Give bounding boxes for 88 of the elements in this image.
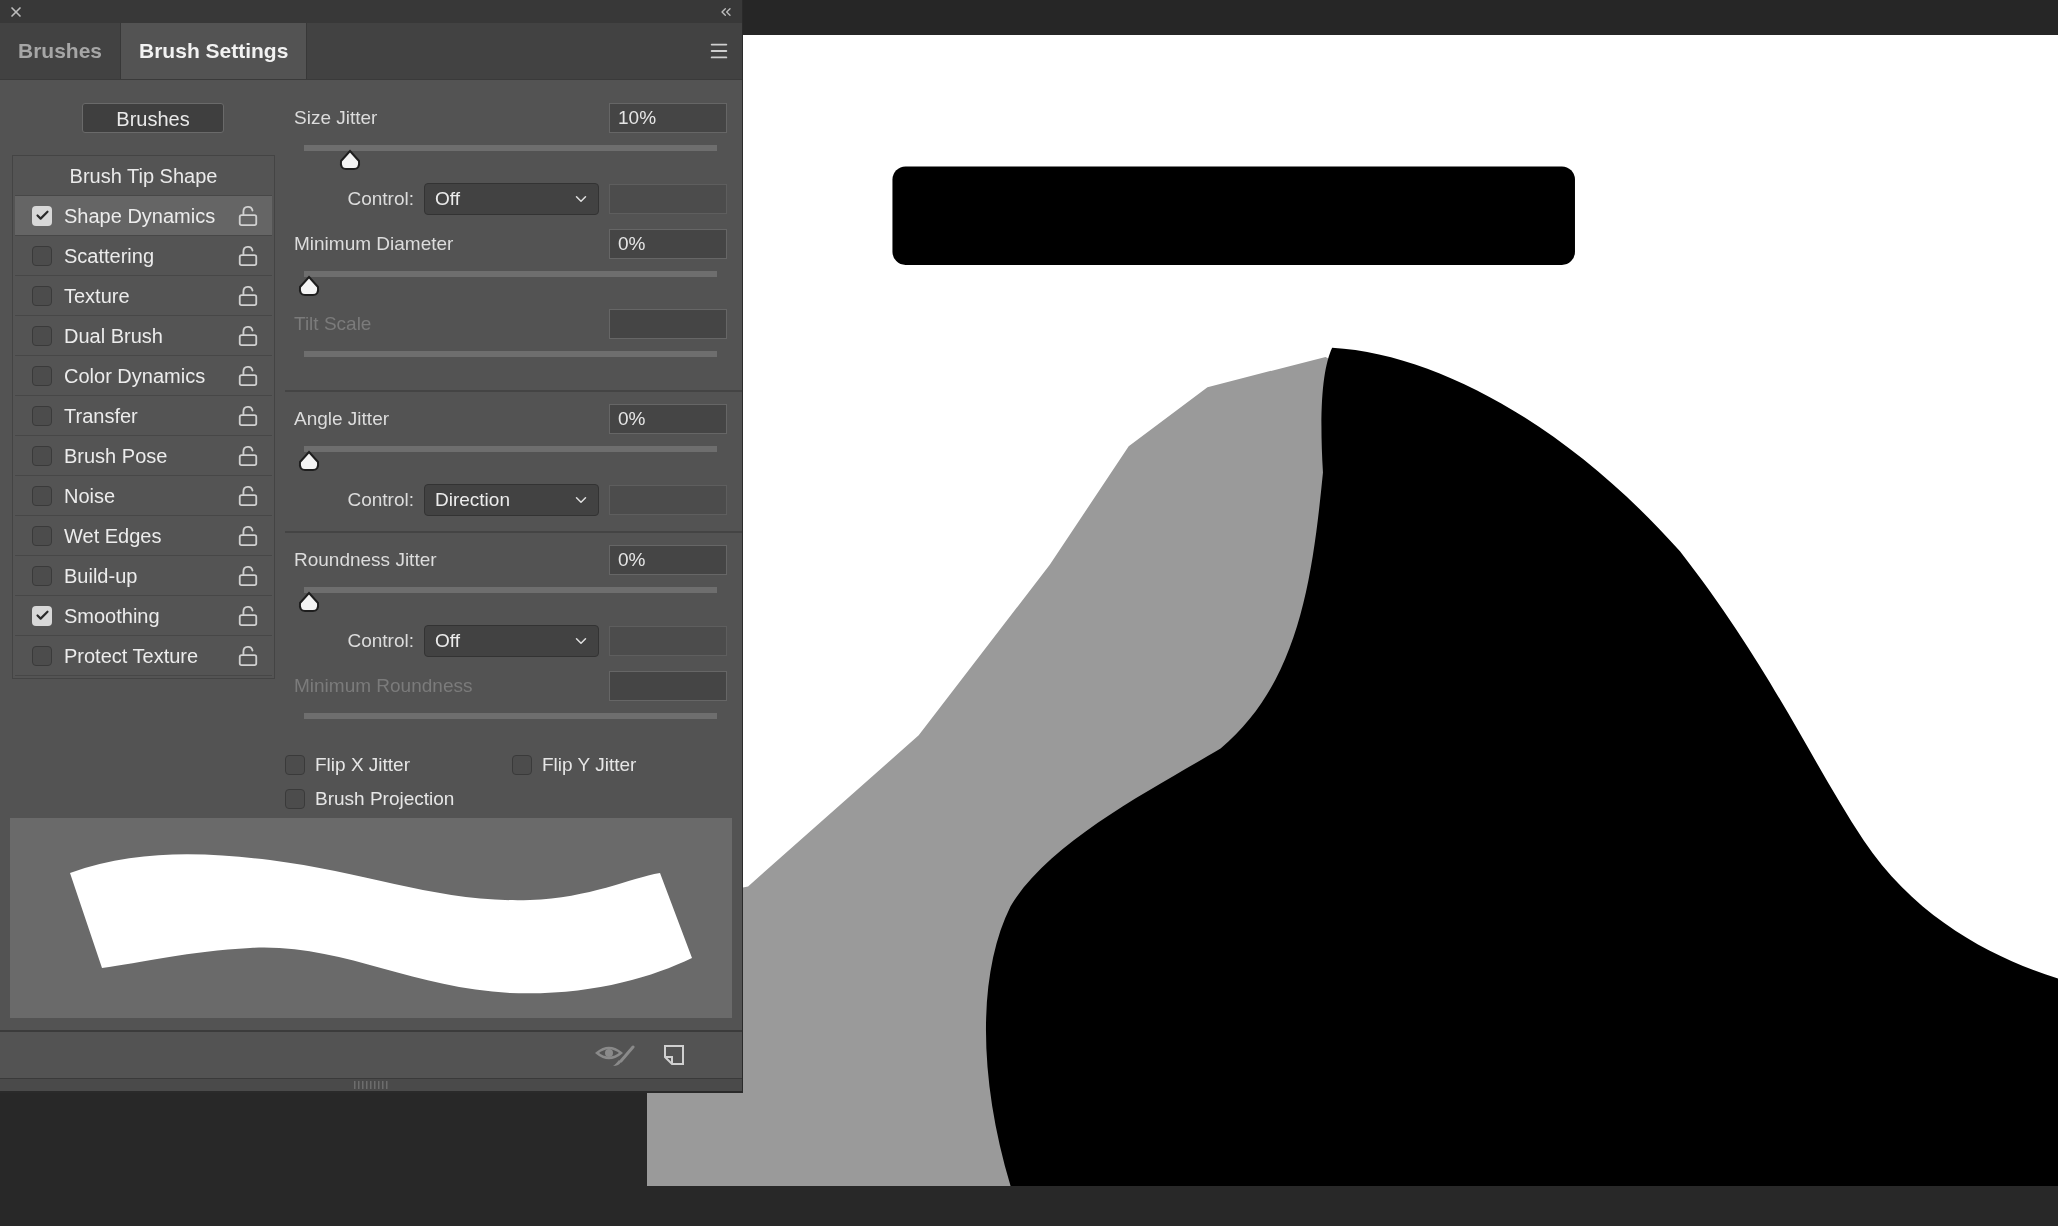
checkbox[interactable] bbox=[32, 525, 52, 546]
setting-label: Angle Jitter bbox=[293, 406, 390, 431]
control-dropdown[interactable]: Direction bbox=[424, 484, 599, 516]
option-row[interactable]: Build-up bbox=[15, 556, 272, 596]
slider-thumb[interactable] bbox=[298, 591, 320, 613]
slider[interactable] bbox=[296, 446, 719, 472]
value-text: 10% bbox=[618, 105, 657, 130]
option-label: Smoothing bbox=[64, 603, 161, 629]
value-field[interactable]: 10% bbox=[609, 103, 727, 133]
checkbox[interactable] bbox=[32, 285, 52, 306]
lock-open-icon[interactable] bbox=[237, 364, 259, 387]
checkbox[interactable] bbox=[285, 789, 305, 809]
checkbox-label: Flip X Jitter bbox=[315, 752, 411, 777]
lock-open-icon[interactable] bbox=[237, 524, 259, 547]
slider-thumb[interactable] bbox=[298, 275, 320, 297]
checkbox[interactable] bbox=[32, 405, 52, 426]
value-field[interactable]: 0% bbox=[609, 545, 727, 575]
value-text: 0% bbox=[618, 406, 646, 431]
panel-tab[interactable]: Brush Settings bbox=[120, 23, 308, 79]
check-icon bbox=[34, 208, 50, 223]
value-field[interactable]: 0% bbox=[609, 404, 727, 434]
option-label: Transfer bbox=[64, 403, 139, 429]
slider-thumb[interactable] bbox=[339, 149, 362, 171]
option-label: Protect Texture bbox=[64, 643, 200, 669]
slider[interactable] bbox=[296, 587, 719, 613]
option-row[interactable]: Scattering bbox=[15, 236, 272, 276]
value-field[interactable]: 0% bbox=[609, 229, 727, 259]
option-row[interactable]: Dual Brush bbox=[15, 316, 272, 356]
option-label: Scattering bbox=[64, 243, 156, 269]
lock-open-icon[interactable] bbox=[237, 324, 259, 347]
checkbox[interactable] bbox=[32, 645, 52, 666]
control-label: Control: bbox=[347, 487, 414, 512]
setting-label: Size Jitter bbox=[293, 105, 378, 130]
option-row[interactable]: Texture bbox=[15, 276, 272, 316]
setting-label: Minimum Diameter bbox=[293, 231, 454, 256]
value-text: 0% bbox=[618, 231, 646, 256]
option-row[interactable]: Wet Edges bbox=[15, 516, 272, 556]
checkbox[interactable] bbox=[512, 755, 532, 775]
option-row[interactable]: Smoothing bbox=[15, 596, 272, 636]
lock-open-icon[interactable] bbox=[237, 604, 259, 627]
option-label: Wet Edges bbox=[64, 523, 163, 549]
brushes-button[interactable]: Brushes bbox=[82, 103, 224, 133]
slider-thumb[interactable] bbox=[298, 450, 320, 472]
checkbox[interactable] bbox=[32, 205, 52, 226]
option-label: Color Dynamics bbox=[64, 363, 207, 389]
value-field[interactable] bbox=[609, 309, 727, 339]
checkbox[interactable] bbox=[32, 245, 52, 266]
option-row[interactable]: Brush Pose bbox=[15, 436, 272, 476]
checkbox[interactable] bbox=[32, 565, 52, 586]
lock-open-icon[interactable] bbox=[237, 244, 259, 267]
option-row[interactable]: Shape Dynamics bbox=[15, 196, 272, 236]
option-label: Build-up bbox=[64, 563, 139, 589]
option-label: Shape Dynamics bbox=[64, 203, 217, 229]
lock-open-icon[interactable] bbox=[237, 564, 259, 587]
lock-open-icon[interactable] bbox=[237, 284, 259, 307]
option-row[interactable]: Noise bbox=[15, 476, 272, 516]
checkbox[interactable] bbox=[32, 325, 52, 346]
resize-grip-icon[interactable] bbox=[354, 1081, 388, 1089]
checkbox[interactable] bbox=[32, 445, 52, 466]
setting-label: Roundness Jitter bbox=[293, 547, 437, 572]
checkbox[interactable] bbox=[32, 605, 52, 626]
control-dropdown[interactable]: Off bbox=[424, 183, 599, 215]
option-row[interactable]: Color Dynamics bbox=[15, 356, 272, 396]
option-label: Dual Brush bbox=[64, 323, 164, 349]
option-label: Brush Pose bbox=[64, 443, 169, 469]
option-label: Texture bbox=[64, 283, 131, 309]
checkbox-label: Flip Y Jitter bbox=[542, 752, 637, 777]
value-field[interactable] bbox=[609, 671, 727, 701]
slider[interactable] bbox=[296, 271, 719, 297]
value-text: 0% bbox=[618, 547, 646, 572]
checkbox[interactable] bbox=[32, 485, 52, 506]
lock-open-icon[interactable] bbox=[237, 444, 259, 467]
option-row[interactable]: Transfer bbox=[15, 396, 272, 436]
check-icon bbox=[34, 608, 50, 623]
eye-brush-icon[interactable] bbox=[595, 1043, 635, 1067]
lock-open-icon[interactable] bbox=[237, 484, 259, 507]
option-row[interactable]: Protect Texture bbox=[15, 636, 272, 676]
control-label: Control: bbox=[347, 186, 414, 211]
new-preset-icon[interactable] bbox=[663, 1044, 685, 1066]
checkbox[interactable] bbox=[285, 755, 305, 775]
lock-open-icon[interactable] bbox=[237, 644, 259, 667]
control-label: Control: bbox=[347, 628, 414, 653]
lock-open-icon[interactable] bbox=[237, 204, 259, 227]
checkbox[interactable] bbox=[32, 365, 52, 386]
checkbox-label: Brush Projection bbox=[315, 786, 455, 811]
control-dropdown[interactable]: Off bbox=[424, 625, 599, 657]
lock-open-icon[interactable] bbox=[237, 404, 259, 427]
option-label: Noise bbox=[64, 483, 117, 509]
